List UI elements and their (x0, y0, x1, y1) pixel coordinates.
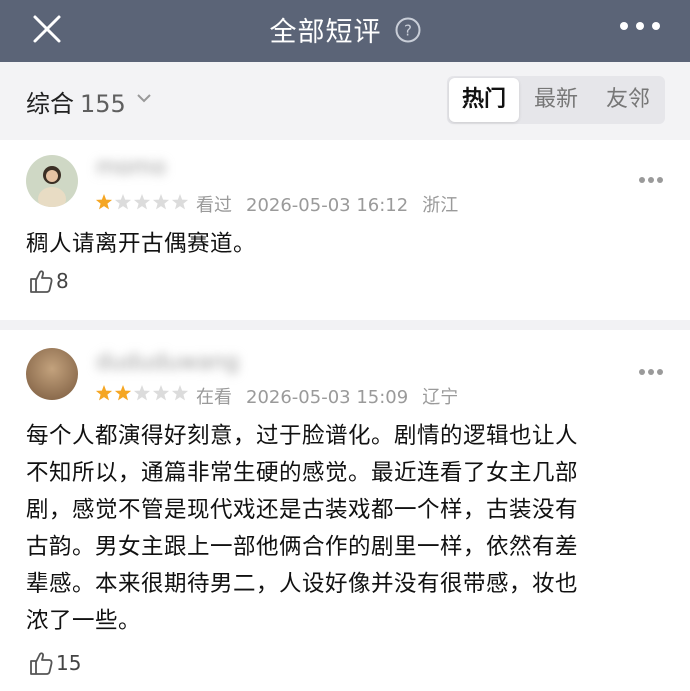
review-content-line: 剧，感觉不管是现代戏还是古装戏都一个样，古装没有 (26, 497, 579, 523)
review-location: 浙江 (422, 195, 459, 216)
svg-text:?: ? (404, 21, 412, 39)
avatar[interactable] (26, 348, 78, 400)
review-content-line: 浓了一些。 (26, 608, 142, 634)
review-datetime: 2026-05-03 16:12 (246, 195, 409, 216)
star-empty-icon (152, 385, 170, 401)
thumbs-up-icon (30, 652, 53, 675)
review-content-line: 每个人都演得好刻意，过于脸谱化。剧情的逻辑也让人 (26, 423, 579, 449)
review-content: 稠人请离开古偶赛道。 (26, 231, 257, 257)
star-filled-icon (95, 194, 113, 210)
like-count: 15 (56, 651, 82, 675)
thumbs-up-icon (30, 270, 53, 293)
avatar-image (26, 155, 78, 207)
review-meta: 看过 2026-05-03 16:12 浙江 (196, 191, 472, 217)
page-title: 全部短评 (269, 17, 382, 48)
review-content-line: 古韵。男女主跟上一部他俩合作的剧里一样，依然有差 (26, 534, 579, 560)
rating-stars (95, 194, 189, 210)
star-filled-icon (95, 385, 113, 401)
more-options-icon[interactable] (638, 368, 664, 376)
star-empty-icon (171, 385, 189, 401)
tab-friends[interactable]: 友邻 (593, 76, 663, 124)
star-empty-icon (133, 385, 151, 401)
star-empty-icon (114, 194, 132, 210)
review-content-line: 辈感。本来很期待男二，人设好像并没有很带感，妆也 (26, 571, 579, 597)
star-filled-icon (114, 385, 132, 401)
review-datetime: 2026-05-03 15:09 (246, 387, 409, 408)
section-divider (0, 320, 690, 330)
review-location: 辽宁 (422, 387, 459, 408)
review-count: 155 (80, 90, 126, 118)
chevron-down-icon[interactable] (136, 92, 152, 104)
star-empty-icon (152, 194, 170, 210)
watch-status: 看过 (196, 195, 232, 216)
review-meta: 在看 2026-05-03 15:09 辽宁 (196, 383, 472, 409)
more-options-icon[interactable] (638, 176, 664, 184)
sort-label: 综合 (26, 90, 74, 118)
help-icon[interactable]: ? (395, 17, 421, 43)
tab-group: 热门 最新 友邻 (447, 76, 665, 124)
sort-dropdown[interactable]: 综合 155 (26, 84, 126, 119)
star-empty-icon (171, 194, 189, 210)
username[interactable]: dududuwang (96, 350, 239, 375)
more-horizontal-icon[interactable] (618, 19, 662, 33)
tab-hot[interactable]: 热门 (449, 78, 519, 122)
title-group: 全部短评 ? (0, 10, 690, 49)
watch-status: 在看 (196, 387, 232, 408)
star-empty-icon (133, 194, 151, 210)
review-content: 每个人都演得好刻意，过于脸谱化。剧情的逻辑也让人 不知所以，通篇非常生硬的感觉。… (26, 418, 666, 640)
avatar-image (26, 348, 78, 400)
like-button[interactable]: 15 (28, 650, 81, 676)
avatar[interactable] (26, 155, 78, 207)
like-button[interactable]: 8 (28, 268, 69, 294)
top-nav-bar: 全部短评 ? (0, 0, 690, 62)
rating-stars (95, 385, 189, 401)
tab-latest[interactable]: 最新 (521, 76, 591, 124)
like-count: 8 (56, 269, 69, 293)
review-content-line: 不知所以，通篇非常生硬的感觉。最近连看了女主几部 (26, 460, 579, 486)
username[interactable]: momo (96, 155, 166, 180)
